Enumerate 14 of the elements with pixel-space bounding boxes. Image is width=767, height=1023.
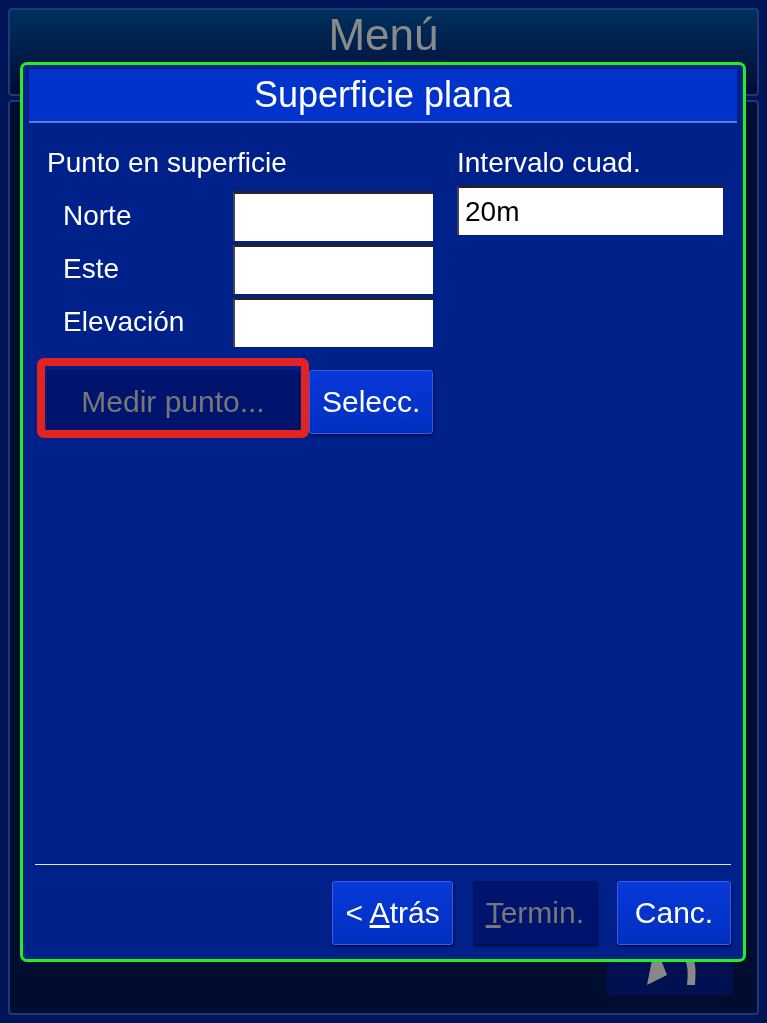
field-label: Este: [63, 252, 121, 285]
input-field[interactable]: 20m: [457, 185, 723, 235]
input-field[interactable]: [233, 296, 433, 347]
section-heading: Punto en superficie: [47, 146, 288, 180]
field-label: Elevación: [63, 305, 186, 338]
field-label: Norte: [63, 199, 133, 232]
input-field[interactable]: [233, 243, 433, 294]
field-label: Intervalo cuad.: [457, 146, 642, 180]
select-button[interactable]: Selecc.: [309, 370, 434, 434]
dialog-title: Superficie plana: [253, 74, 513, 116]
dialog-button[interactable]: < Atrás: [332, 881, 453, 945]
menu-title: Menú: [328, 12, 439, 58]
input-field[interactable]: [233, 190, 433, 241]
dialog-button[interactable]: Canc.: [617, 881, 731, 945]
